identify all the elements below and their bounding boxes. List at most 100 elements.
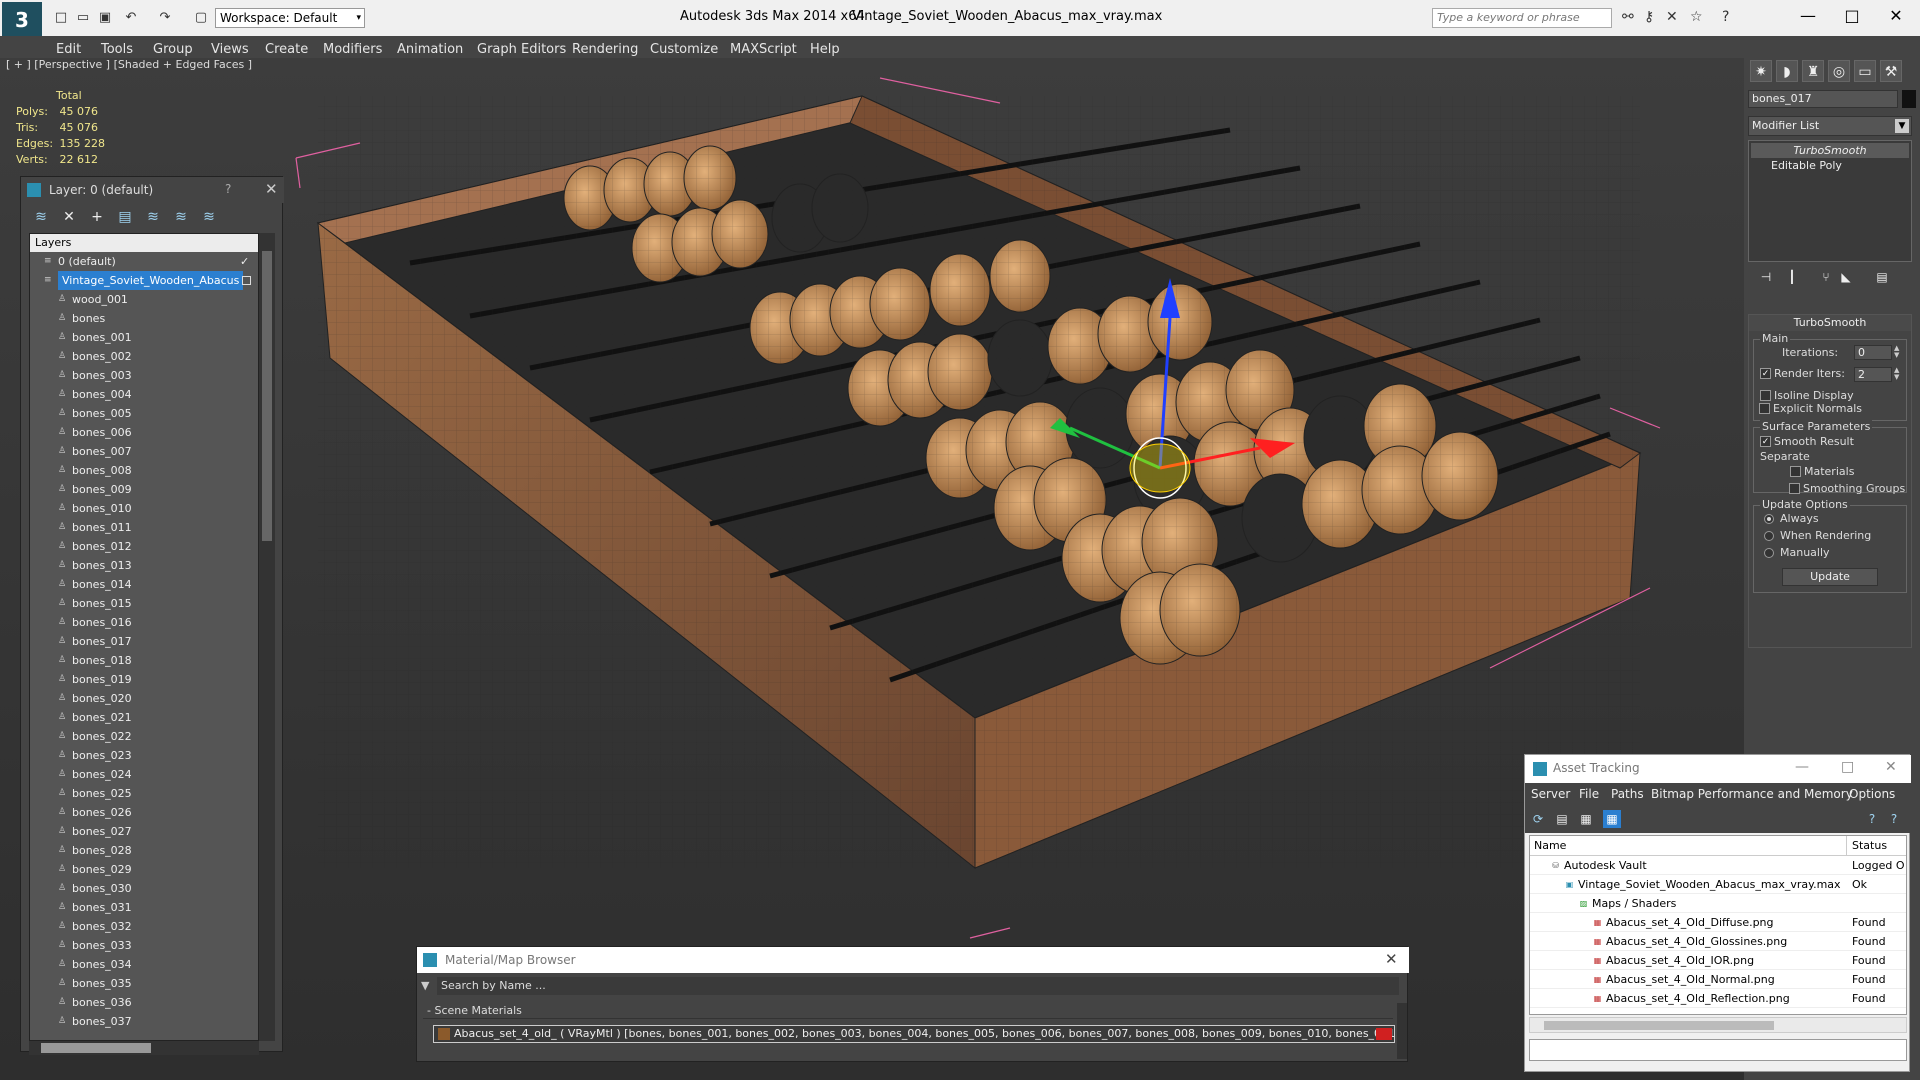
thumbnail-view-icon[interactable]: ▦ (1577, 810, 1595, 828)
smooth-result-checkbox[interactable]: ✓ (1760, 436, 1771, 447)
app-menu-button[interactable]: 3 (2, 2, 42, 38)
separate-materials-checkbox[interactable] (1790, 466, 1801, 477)
close-icon[interactable]: ✕ (1385, 950, 1398, 968)
hide-all-layers-icon[interactable]: ≋ (171, 207, 191, 227)
material-item[interactable]: Abacus_set_4_old_ ( VRayMtl ) [bones, bo… (433, 1025, 1395, 1043)
menu-maxscript[interactable]: MAXScript (730, 42, 797, 57)
layer-object-row[interactable]: ♙ bones_021 (30, 708, 258, 727)
layer-object-row[interactable]: ♙ bones_010 (30, 499, 258, 518)
column-status[interactable]: Status (1852, 839, 1887, 852)
layer-object-row[interactable]: ♙ bones_006 (30, 423, 258, 442)
layer-object-row[interactable]: ♙ bones_026 (30, 803, 258, 822)
menu-views[interactable]: Views (211, 42, 249, 57)
stack-item-turbosmooth[interactable]: TurboSmooth (1751, 143, 1909, 158)
current-layer-check-icon[interactable]: ✓ (240, 252, 249, 271)
layer-object-row[interactable]: ♙ bones_005 (30, 404, 258, 423)
connect-icon[interactable]: ✕ (1666, 9, 1678, 25)
motion-tab-icon[interactable]: ◎ (1828, 60, 1850, 82)
render-iters-checkbox[interactable]: ✓ (1760, 368, 1771, 379)
add-to-layer-icon[interactable]: + (87, 207, 107, 227)
help-icon[interactable]: ? (225, 182, 231, 196)
search-by-name-input[interactable]: Search by Name ... (437, 977, 1399, 995)
asset-row[interactable]: ▦ Abacus_set_4_Old_Glossines.png Found (1530, 932, 1906, 951)
hierarchy-tab-icon[interactable]: ♜ (1802, 60, 1824, 82)
layer-object-row[interactable]: ♙ bones_013 (30, 556, 258, 575)
configure-modifier-sets-icon[interactable]: ▤ (1872, 270, 1892, 288)
utilities-tab-icon[interactable]: ⚒ (1880, 60, 1902, 82)
render-iters-spinner-arrows[interactable]: ▲ ▼ (1894, 367, 1902, 382)
material-browser-scrollbar[interactable] (1397, 1003, 1407, 1059)
search-input[interactable]: Type a keyword or phrase (1432, 8, 1612, 28)
highlight-layer-icon[interactable]: ≋ (143, 207, 163, 227)
menu-rendering[interactable]: Rendering (572, 42, 638, 57)
layer-object-row[interactable]: ♙ bones_028 (30, 841, 258, 860)
layer-object-row[interactable]: ♙ bones_004 (30, 385, 258, 404)
create-tab-icon[interactable]: ✷ (1750, 60, 1772, 82)
asset-row[interactable]: ▦ Abacus_set_4_Old_Normal.png Found (1530, 970, 1906, 989)
stack-item-editable-poly[interactable]: Editable Poly (1751, 158, 1909, 173)
pin-stack-icon[interactable]: ⊣ (1756, 270, 1776, 288)
help-icon[interactable]: ? (1722, 9, 1729, 25)
layer-list[interactable]: Layers ≡ 0 (default) ✓ ≡ Vintage_Soviet_Wood… (29, 233, 259, 1041)
layer-object-row[interactable]: ♙ bones_015 (30, 594, 258, 613)
menu-edit[interactable]: Edit (56, 42, 81, 57)
menu-options[interactable]: Options (1849, 787, 1895, 801)
new-file-icon[interactable]: □ (52, 9, 70, 27)
maximize-button[interactable]: □ (1832, 4, 1872, 28)
layer-checkbox[interactable] (242, 276, 251, 285)
asset-row[interactable]: ▦ Abacus_set_4_Old_Diffuse.png Found (1530, 913, 1906, 932)
asset-row[interactable]: ⛁ Autodesk Vault Logged O (1530, 856, 1906, 875)
menu-help[interactable]: Help (810, 42, 840, 57)
menu-modifiers[interactable]: Modifiers (323, 42, 382, 57)
column-name[interactable]: Name (1534, 839, 1566, 852)
open-file-icon[interactable]: ▭ (74, 9, 92, 27)
layer-object-row[interactable]: ♙ bones_016 (30, 613, 258, 632)
scene-materials-section[interactable]: - Scene Materials (423, 1003, 1393, 1019)
close-button[interactable]: ✕ (1876, 4, 1916, 28)
remove-modifier-icon[interactable]: ◣ (1836, 270, 1856, 288)
minimize-button[interactable]: — (1795, 759, 1809, 775)
project-folder-icon[interactable]: ▢ (192, 9, 210, 27)
layer-row-default[interactable]: ≡ 0 (default) ✓ (30, 252, 258, 271)
undo-icon[interactable]: ↶ (122, 9, 140, 27)
modifier-list-dropdown[interactable]: Modifier List ▼ (1748, 116, 1912, 136)
update-button[interactable]: Update (1782, 568, 1878, 586)
layer-object-row[interactable]: ♙ bones_020 (30, 689, 258, 708)
layer-object-row[interactable]: ♙ bones_014 (30, 575, 258, 594)
save-file-icon[interactable]: ▣ (96, 9, 114, 27)
menu-bitmap-performance[interactable]: Bitmap Performance and Memory (1651, 787, 1853, 801)
asset-row[interactable]: ▦ Abacus_set_4_Old_Reflection.png Found (1530, 989, 1906, 1008)
filter-icon[interactable]: ▼ (421, 979, 429, 992)
update-when-rendering-radio[interactable] (1764, 531, 1774, 541)
menu-group[interactable]: Group (153, 42, 193, 57)
layer-object-row[interactable]: ♙ bones_025 (30, 784, 258, 803)
viewport-label[interactable]: [ + ] [Perspective ] [Shaded + Edged Fac… (6, 58, 252, 71)
layer-object-row[interactable]: ♙ bones_011 (30, 518, 258, 537)
select-objects-icon[interactable]: ▤ (115, 207, 135, 227)
layer-object-row[interactable]: ♙ bones_030 (30, 879, 258, 898)
menu-server[interactable]: Server (1531, 787, 1570, 801)
layer-object-row[interactable]: ♙ bones_027 (30, 822, 258, 841)
layer-list-scrollbar[interactable] (259, 233, 275, 1041)
layer-object-row[interactable]: ♙ bones_023 (30, 746, 258, 765)
layer-manager-titlebar[interactable]: Layer: 0 (default) ? ✕ (21, 177, 284, 203)
menu-create[interactable]: Create (265, 42, 308, 57)
layer-row-vintage-soviet-wooden-abacus[interactable]: ≡ Vintage_Soviet_Wooden_Abacus (30, 271, 258, 290)
menu-file[interactable]: File (1579, 787, 1599, 801)
asset-table[interactable]: Name Status ⛁ Autodesk Vault Logged O ▣ Vint… (1529, 835, 1907, 1015)
asset-tracking-titlebar[interactable]: Asset Tracking — □ ✕ (1525, 755, 1911, 783)
update-always-radio[interactable] (1764, 514, 1774, 524)
delete-layer-icon[interactable]: ✕ (59, 207, 79, 227)
hscrollbar-thumb[interactable] (41, 1043, 151, 1053)
layer-object-row[interactable]: ♙ bones_019 (30, 670, 258, 689)
menu-paths[interactable]: Paths (1611, 787, 1644, 801)
layer-object-row[interactable]: ♙ bones_024 (30, 765, 258, 784)
menu-animation[interactable]: Animation (397, 42, 463, 57)
asset-row[interactable]: ▦ Abacus_set_4_Old_IOR.png Found (1530, 951, 1906, 970)
layer-list-header[interactable]: Layers (30, 234, 258, 252)
modify-tab-icon[interactable]: ◗ (1776, 60, 1798, 82)
layer-object-row[interactable]: ♙ wood_001 (30, 290, 258, 309)
iterations-spinner-arrows[interactable]: ▲ ▼ (1894, 345, 1902, 360)
iterations-spinner[interactable]: 0 (1854, 345, 1892, 360)
menu-customize[interactable]: Customize (650, 42, 718, 57)
